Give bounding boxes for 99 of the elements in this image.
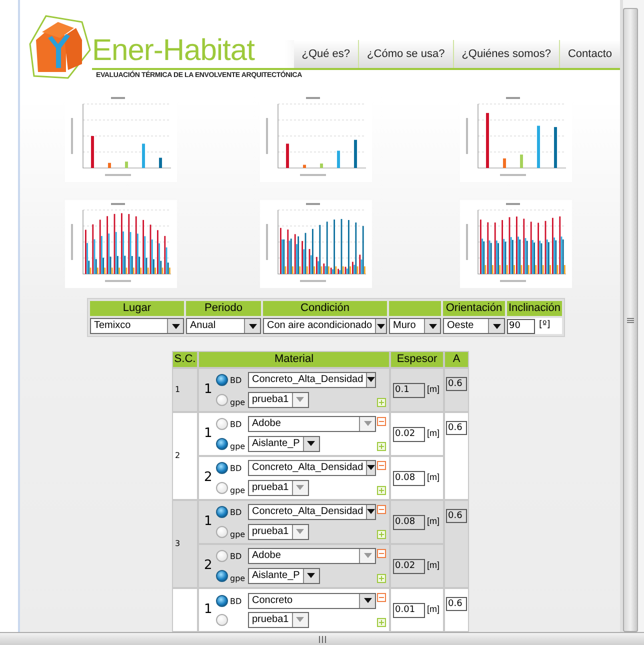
thickness-field[interactable]: 0.01 — [393, 602, 425, 618]
absorptance-field[interactable]: 0.6 — [446, 597, 467, 611]
radio-button[interactable] — [216, 594, 228, 606]
radio-button[interactable] — [216, 482, 228, 494]
unit-label: [m] — [427, 383, 440, 396]
add-button[interactable] — [377, 574, 386, 583]
dropdown[interactable]: Concreto — [248, 592, 376, 608]
thickness-field[interactable]: 0.1 — [393, 382, 425, 398]
column-header: Inclinación — [507, 301, 562, 316]
layer-number-cell: 3 — [173, 501, 197, 587]
column-header: A — [445, 352, 468, 367]
dropdown[interactable]: Con aire acondicionado — [263, 318, 387, 334]
dropdown[interactable]: Anual — [186, 318, 261, 334]
source-label: gpe — [230, 572, 246, 584]
column-header: Lugar — [90, 301, 184, 316]
source-label: BD — [230, 463, 242, 475]
material-number: 1 — [204, 513, 214, 532]
absorptance-field[interactable]: 0.6 — [446, 421, 467, 435]
layer-number-cell: 1 — [173, 369, 197, 411]
add-button[interactable] — [377, 486, 386, 495]
remove-button[interactable] — [377, 549, 386, 558]
house-logo-icon — [28, 14, 92, 80]
radio-button[interactable] — [216, 506, 228, 518]
unit-label: [m] — [427, 559, 440, 572]
remove-button[interactable] — [377, 461, 386, 470]
nav-link[interactable]: ¿Cómo se usa? — [358, 40, 453, 68]
remove-button[interactable] — [377, 593, 386, 602]
remove-button[interactable] — [377, 505, 386, 514]
source-label: BD — [230, 596, 242, 608]
radio-button[interactable] — [216, 438, 228, 450]
vertical-scrollbar[interactable] — [623, 8, 638, 632]
column-header: Condición — [263, 301, 387, 316]
add-button[interactable] — [377, 442, 386, 451]
thickness-field[interactable]: 0.02 — [393, 558, 425, 574]
unit-label: [º] — [539, 319, 550, 332]
thickness-field[interactable]: 0.08 — [393, 514, 425, 530]
nav-link[interactable]: ¿Quiénes somos? — [452, 40, 559, 68]
dropdown[interactable]: prueba1 — [248, 524, 309, 540]
dropdown[interactable]: Aislante_P — [248, 568, 320, 584]
dropdown[interactable]: Adobe — [248, 416, 376, 432]
material-number: 1 — [204, 601, 214, 620]
unit-label: [m] — [427, 515, 440, 528]
nav-link[interactable]: Contacto — [558, 40, 620, 68]
add-button[interactable] — [377, 618, 386, 627]
unit-label: [m] — [427, 603, 440, 616]
material-number: 1 — [204, 425, 214, 444]
source-label: BD — [230, 551, 242, 563]
column-header: Espesor — [391, 352, 443, 367]
source-label: gpe — [230, 528, 246, 540]
grip-icon — [318, 636, 326, 642]
source-label: gpe — [230, 396, 246, 408]
dropdown[interactable]: Aislante_P — [248, 436, 320, 452]
dropdown[interactable]: Muro — [389, 318, 441, 334]
dropdown[interactable]: Concreto_Alta_Densidad — [248, 504, 376, 520]
add-button[interactable] — [377, 530, 386, 539]
dropdown[interactable]: prueba1 — [248, 480, 309, 496]
dropdown[interactable]: Concreto_Alta_Densidad — [248, 460, 376, 476]
column-header: Orientación — [443, 301, 505, 316]
thickness-field[interactable]: 0.02 — [393, 426, 425, 442]
nav-link[interactable]: ¿Qué es? — [294, 40, 358, 68]
dropdown[interactable]: prueba1 — [248, 392, 309, 408]
remove-button[interactable] — [377, 417, 386, 426]
source-label: gpe — [230, 484, 246, 496]
radio-button[interactable] — [216, 394, 228, 406]
absorptance-field[interactable]: 0.6 — [446, 377, 467, 391]
radio-button[interactable] — [216, 614, 228, 626]
absorptance-field[interactable]: 0.6 — [446, 509, 467, 523]
grip-icon — [627, 318, 634, 322]
material-number: 2 — [204, 557, 214, 576]
source-label: BD — [230, 375, 242, 387]
radio-button[interactable] — [216, 550, 228, 562]
source-label: BD — [230, 507, 242, 519]
source-label: gpe — [230, 440, 246, 452]
radio-button[interactable] — [216, 570, 228, 582]
column-header: S.C. — [173, 352, 197, 367]
source-label: BD — [230, 419, 242, 431]
add-button[interactable] — [377, 398, 386, 407]
column-header: Material — [199, 352, 389, 367]
material-number: 1 — [204, 381, 214, 400]
column-header: Periodo — [186, 301, 261, 316]
layer-number-cell: 2 — [173, 413, 197, 499]
radio-button[interactable] — [216, 526, 228, 538]
dropdown[interactable]: Adobe — [248, 548, 376, 564]
radio-button[interactable] — [216, 374, 228, 386]
unit-label: [m] — [427, 427, 440, 440]
dropdown[interactable]: Temixco — [90, 318, 184, 334]
dropdown[interactable]: Oeste — [443, 318, 505, 334]
dropdown[interactable]: prueba1 — [248, 612, 309, 628]
material-number: 2 — [204, 469, 214, 488]
horizontal-scrollbar[interactable] — [0, 632, 644, 645]
layer-number-cell — [173, 589, 197, 631]
thickness-field[interactable]: 0.08 — [393, 470, 425, 486]
dropdown[interactable]: Concreto_Alta_Densidad — [248, 372, 376, 388]
unit-label: [m] — [427, 471, 440, 484]
brand-title: Ener-Habitat — [92, 34, 254, 68]
radio-button[interactable] — [216, 418, 228, 430]
inclination-field[interactable]: 90 — [507, 318, 535, 334]
column-header — [389, 301, 441, 316]
radio-button[interactable] — [216, 462, 228, 474]
